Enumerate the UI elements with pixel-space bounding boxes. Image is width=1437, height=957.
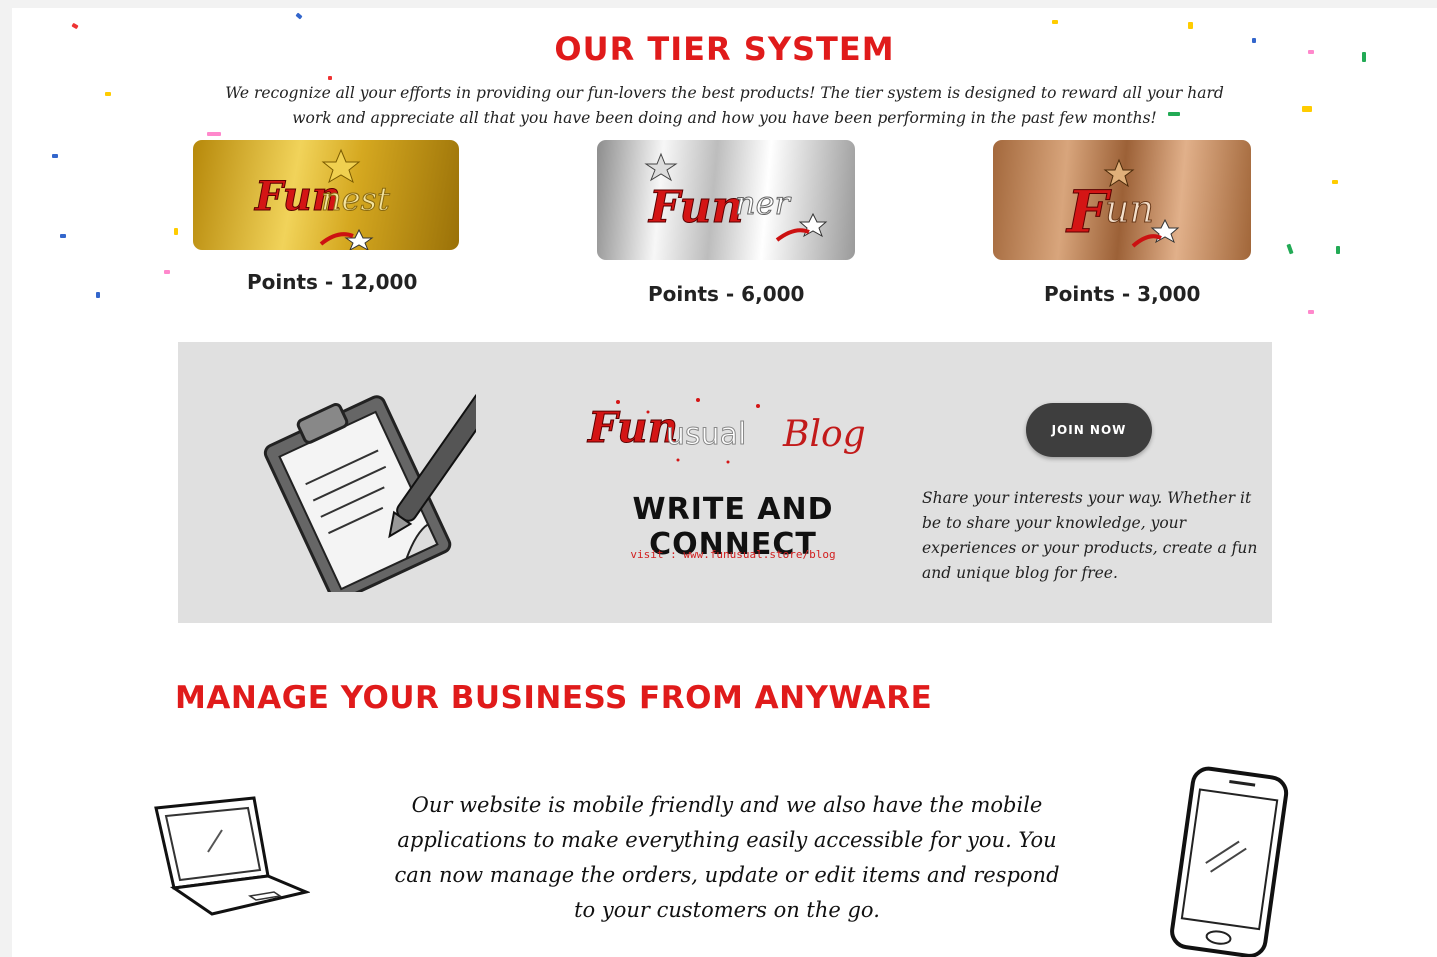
funnest-logo-rest: nest [321,180,390,218]
smartphone-icon [1170,766,1289,957]
blog-logo-lead: Fun [587,403,678,452]
funner-logo-lead: Fun [647,182,743,233]
blog-logo-mid: usual [666,417,746,452]
fun-logo-rest: un [1105,187,1154,231]
funnest-points: Points - 12,000 [247,270,418,294]
blog-logo-word: Blog [782,414,866,455]
manage-business-description: Our website is mobile friendly and we al… [394,793,1060,922]
funnest-logo: Fun nest [254,148,390,250]
blog-visit-link[interactable]: visit : www.funusual.store/blog [558,548,908,561]
clipboard-illustration [263,391,476,592]
manage-business-title: MANAGE YOUR BUSINESS FROM ANYWARE [175,680,933,716]
funusual-blog-logo: Fun usual Blog [587,398,866,464]
tier-system-title: OUR TIER SYSTEM [554,30,895,68]
tier-system-description: We recognize all your efforts in providi… [225,84,1224,127]
funner-logo-rest: ner [735,184,792,222]
funner-points: Points - 6,000 [648,282,805,306]
tier-card-funnest: Fun nest [193,140,459,250]
fun-points: Points - 3,000 [1044,282,1201,306]
blog-description: Share your interests your way. Whether i… [922,489,1258,582]
tier-card-funner: Fun ner [597,140,855,260]
fun-logo: F un [1065,158,1180,248]
tier-card-fun: F un [993,140,1251,260]
page: OUR TIER SYSTEM We recognize all your ef… [12,8,1437,957]
laptop-icon [154,796,310,916]
join-now-button[interactable]: JOIN NOW [1026,403,1152,457]
funner-logo: Fun ner [644,152,828,242]
blog-banner: Fun usual Blog WRITE AND CONNECT visit :… [178,342,1272,623]
